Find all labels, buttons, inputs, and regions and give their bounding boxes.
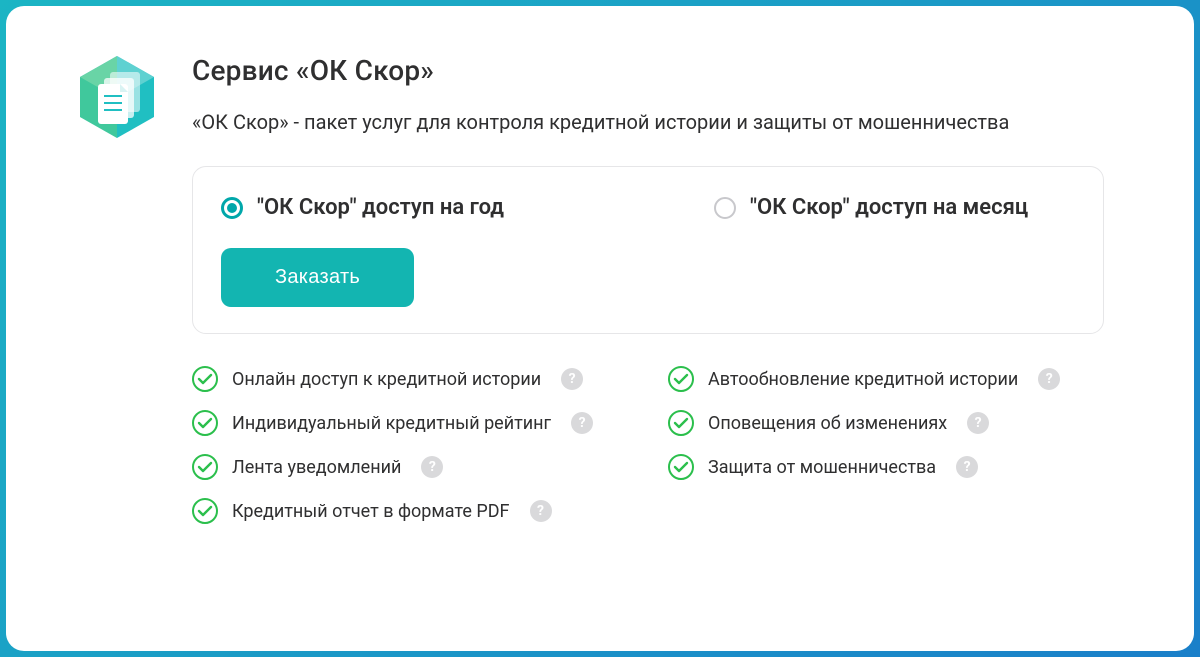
help-icon[interactable]: ?: [571, 412, 593, 434]
radio-year[interactable]: "ОК Скор" доступ на год: [221, 195, 504, 220]
check-icon: [192, 410, 218, 436]
check-icon: [668, 410, 694, 436]
feature-text: Оповещения об изменениях: [708, 413, 947, 434]
check-icon: [192, 454, 218, 480]
icon-column: [74, 54, 160, 609]
service-card: Сервис «ОК Скор» «ОК Скор» - пакет услуг…: [6, 6, 1194, 651]
radio-year-label: "ОК Скор" доступ на год: [257, 195, 504, 220]
check-icon: [668, 454, 694, 480]
feature-text: Защита от мошенничества: [708, 457, 936, 478]
feature-text: Лента уведомлений: [232, 457, 401, 478]
feature-text: Онлайн доступ к кредитной истории: [232, 369, 541, 390]
check-icon: [192, 366, 218, 392]
radio-month[interactable]: "ОК Скор" доступ на месяц: [714, 195, 1028, 220]
radio-icon-unselected: [714, 197, 736, 219]
feature-item: Кредитный отчет в формате PDF ?: [192, 498, 628, 524]
check-icon: [668, 366, 694, 392]
help-icon[interactable]: ?: [1038, 368, 1060, 390]
help-icon[interactable]: ?: [530, 500, 552, 522]
help-icon[interactable]: ?: [956, 456, 978, 478]
help-icon[interactable]: ?: [967, 412, 989, 434]
feature-text: Индивидуальный кредитный рейтинг: [232, 413, 551, 434]
feature-item: Автообновление кредитной истории ?: [668, 366, 1104, 392]
feature-item: Защита от мошенничества ?: [668, 454, 1104, 480]
feature-item: Лента уведомлений ?: [192, 454, 628, 480]
documents-hexagon-icon: [74, 54, 160, 140]
radio-month-label: "ОК Скор" доступ на месяц: [750, 195, 1028, 220]
feature-item: Индивидуальный кредитный рейтинг ?: [192, 410, 628, 436]
feature-text: Кредитный отчет в формате PDF: [232, 501, 510, 522]
plan-option-box: "ОК Скор" доступ на год "ОК Скор" доступ…: [192, 166, 1104, 334]
content-column: Сервис «ОК Скор» «ОК Скор» - пакет услуг…: [192, 54, 1104, 609]
help-icon[interactable]: ?: [421, 456, 443, 478]
radio-icon-selected: [221, 197, 243, 219]
page-title: Сервис «ОК Скор»: [192, 54, 1104, 87]
check-icon: [192, 498, 218, 524]
page-subtitle: «ОК Скор» - пакет услуг для контроля кре…: [192, 109, 1104, 136]
feature-item: Оповещения об изменениях ?: [668, 410, 1104, 436]
feature-text: Автообновление кредитной истории: [708, 369, 1018, 390]
order-button[interactable]: Заказать: [221, 248, 414, 307]
radio-row: "ОК Скор" доступ на год "ОК Скор" доступ…: [221, 195, 1075, 220]
help-icon[interactable]: ?: [561, 368, 583, 390]
features-grid: Онлайн доступ к кредитной истории ? Авто…: [192, 366, 1104, 524]
feature-item: Онлайн доступ к кредитной истории ?: [192, 366, 628, 392]
